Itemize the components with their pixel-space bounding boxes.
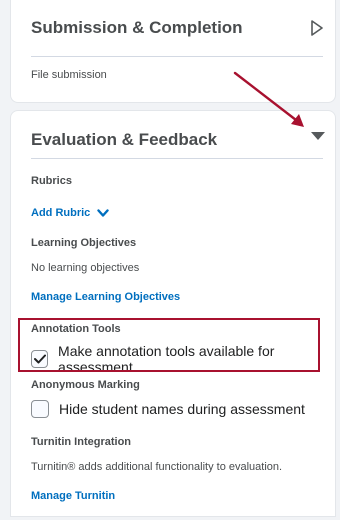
learning-objectives-value: No learning objectives bbox=[31, 262, 140, 274]
submission-summary: File submission bbox=[31, 69, 107, 81]
evaluation-feedback-panel: Evaluation & Feedback Rubrics Add Rubric… bbox=[10, 110, 336, 517]
evaluation-feedback-title[interactable]: Evaluation & Feedback bbox=[31, 130, 217, 150]
learning-objectives-label: Learning Objectives bbox=[31, 237, 137, 249]
caret-down-icon[interactable] bbox=[311, 132, 325, 140]
submission-completion-title[interactable]: Submission & Completion bbox=[31, 18, 243, 38]
rubrics-label: Rubrics bbox=[31, 175, 72, 187]
add-rubric-button[interactable]: Add Rubric bbox=[31, 207, 110, 219]
chevron-down-icon bbox=[97, 208, 110, 217]
turnitin-integration-label: Turnitin Integration bbox=[31, 436, 132, 448]
submission-completion-panel: Submission & Completion File submission bbox=[10, 0, 336, 103]
manage-turnitin-link[interactable]: Manage Turnitin bbox=[31, 490, 115, 502]
anonymous-marking-checkbox-label: Hide student names during assessment bbox=[59, 401, 305, 417]
divider bbox=[31, 56, 323, 57]
turnitin-description: Turnitin® adds additional functionality … bbox=[31, 461, 283, 473]
chevron-right-icon[interactable] bbox=[310, 20, 324, 36]
divider bbox=[31, 158, 323, 159]
manage-learning-objectives-link[interactable]: Manage Learning Objectives bbox=[31, 291, 180, 303]
anonymous-marking-label: Anonymous Marking bbox=[31, 379, 140, 391]
annotation-highlight-box bbox=[18, 318, 320, 372]
anonymous-marking-checkbox[interactable] bbox=[31, 400, 49, 418]
add-rubric-label: Add Rubric bbox=[31, 207, 91, 219]
anonymous-marking-option[interactable]: Hide student names during assessment bbox=[31, 400, 305, 418]
